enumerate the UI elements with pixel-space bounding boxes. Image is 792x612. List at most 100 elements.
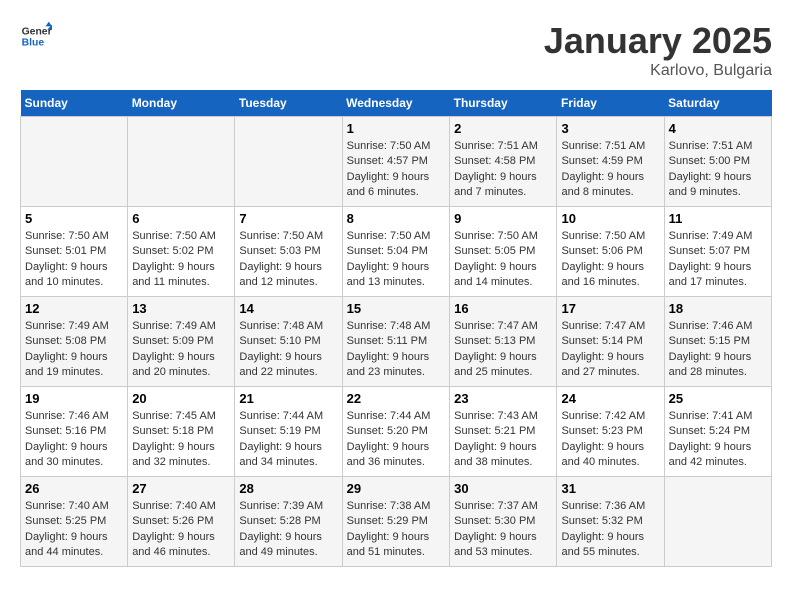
day-info: Sunrise: 7:45 AM Sunset: 5:18 PM Dayligh… — [132, 409, 230, 471]
calendar-cell — [235, 117, 342, 207]
day-number: 14 — [239, 301, 337, 316]
day-number: 25 — [669, 391, 767, 406]
calendar-cell: 31Sunrise: 7:36 AM Sunset: 5:32 PM Dayli… — [557, 477, 664, 567]
day-header-sunday: Sunday — [21, 90, 128, 117]
week-row-5: 26 Sunrise: 7:40 AM Sunset: 5:25 PM Dayli… — [21, 477, 772, 567]
calendar-cell: 23Sunrise: 7:43 AM Sunset: 5:21 PM Dayli… — [450, 387, 557, 477]
location-title: Karlovo, Bulgaria — [544, 62, 772, 80]
day-info: Sunrise: 7:40 AM Sunset: 5:26 PM Dayligh… — [132, 499, 230, 561]
day-info: Sunrise: 7:50 AM Sunset: 5:06 PM Dayligh… — [561, 229, 659, 291]
day-info: Sunrise: 7:48 AM Sunset: 5:10 PM Dayligh… — [239, 319, 337, 381]
day-info: Sunrise: 7:39 AM Sunset: 5:28 PM Dayligh… — [239, 499, 337, 561]
day-info: Sunrise: 7:44 AM Sunset: 5:19 PM Dayligh… — [239, 409, 337, 471]
calendar-cell: 6 Sunrise: 7:50 AM Sunset: 5:02 PM Daylig… — [128, 207, 235, 297]
calendar-cell: 5 Sunrise: 7:50 AM Sunset: 5:01 PM Daylig… — [21, 207, 128, 297]
logo: General Blue — [20, 20, 52, 52]
calendar-cell: 20 Sunrise: 7:45 AM Sunset: 5:18 PM Dayli… — [128, 387, 235, 477]
day-info: Sunrise: 7:44 AM Sunset: 5:20 PM Dayligh… — [347, 409, 446, 471]
day-info: Sunrise: 7:50 AM Sunset: 5:01 PM Dayligh… — [25, 229, 123, 291]
calendar-cell: 30Sunrise: 7:37 AM Sunset: 5:30 PM Dayli… — [450, 477, 557, 567]
day-number: 23 — [454, 391, 552, 406]
day-number: 20 — [132, 391, 230, 406]
day-number: 21 — [239, 391, 337, 406]
day-number: 30 — [454, 481, 552, 496]
day-info: Sunrise: 7:42 AM Sunset: 5:23 PM Dayligh… — [561, 409, 659, 471]
day-info: Sunrise: 7:51 AM Sunset: 5:00 PM Dayligh… — [669, 139, 767, 201]
calendar-cell: 16 Sunrise: 7:47 AM Sunset: 5:13 PM Dayli… — [450, 297, 557, 387]
day-info: Sunrise: 7:40 AM Sunset: 5:25 PM Dayligh… — [25, 499, 123, 561]
day-info: Sunrise: 7:51 AM Sunset: 4:58 PM Dayligh… — [454, 139, 552, 201]
week-row-1: 1 Sunrise: 7:50 AM Sunset: 4:57 PM Daylig… — [21, 117, 772, 207]
week-row-3: 12Sunrise: 7:49 AM Sunset: 5:08 PM Dayli… — [21, 297, 772, 387]
calendar-cell — [664, 477, 771, 567]
day-number: 3 — [561, 121, 659, 136]
calendar-cell: 2 Sunrise: 7:51 AM Sunset: 4:58 PM Daylig… — [450, 117, 557, 207]
day-info: Sunrise: 7:50 AM Sunset: 5:05 PM Dayligh… — [454, 229, 552, 291]
calendar-cell: 19 Sunrise: 7:46 AM Sunset: 5:16 PM Dayli… — [21, 387, 128, 477]
calendar-cell: 27 Sunrise: 7:40 AM Sunset: 5:26 PM Dayli… — [128, 477, 235, 567]
day-info: Sunrise: 7:47 AM Sunset: 5:14 PM Dayligh… — [561, 319, 659, 381]
calendar-cell: 3 Sunrise: 7:51 AM Sunset: 4:59 PM Daylig… — [557, 117, 664, 207]
day-number: 6 — [132, 211, 230, 226]
calendar-cell: 22Sunrise: 7:44 AM Sunset: 5:20 PM Dayli… — [342, 387, 450, 477]
day-number: 1 — [347, 121, 446, 136]
day-info: Sunrise: 7:51 AM Sunset: 4:59 PM Dayligh… — [561, 139, 659, 201]
day-number: 18 — [669, 301, 767, 316]
day-info: Sunrise: 7:50 AM Sunset: 4:57 PM Dayligh… — [347, 139, 446, 201]
calendar-cell: 11Sunrise: 7:49 AM Sunset: 5:07 PM Dayli… — [664, 207, 771, 297]
calendar-cell: 7Sunrise: 7:50 AM Sunset: 5:03 PM Daylig… — [235, 207, 342, 297]
day-number: 15 — [347, 301, 446, 316]
header: General Blue January 2025 Karlovo, Bulga… — [20, 20, 772, 80]
day-number: 31 — [561, 481, 659, 496]
day-number: 8 — [347, 211, 446, 226]
day-number: 10 — [561, 211, 659, 226]
calendar-cell — [21, 117, 128, 207]
week-row-4: 19 Sunrise: 7:46 AM Sunset: 5:16 PM Dayli… — [21, 387, 772, 477]
day-info: Sunrise: 7:47 AM Sunset: 5:13 PM Dayligh… — [454, 319, 552, 381]
calendar-cell: 28 Sunrise: 7:39 AM Sunset: 5:28 PM Dayli… — [235, 477, 342, 567]
logo-icon: General Blue — [20, 20, 52, 52]
day-number: 17 — [561, 301, 659, 316]
calendar-cell: 21 Sunrise: 7:44 AM Sunset: 5:19 PM Dayli… — [235, 387, 342, 477]
day-info: Sunrise: 7:50 AM Sunset: 5:02 PM Dayligh… — [132, 229, 230, 291]
calendar-cell: 29 Sunrise: 7:38 AM Sunset: 5:29 PM Dayli… — [342, 477, 450, 567]
calendar-cell: 26 Sunrise: 7:40 AM Sunset: 5:25 PM Dayli… — [21, 477, 128, 567]
calendar-cell: 15 Sunrise: 7:48 AM Sunset: 5:11 PM Dayli… — [342, 297, 450, 387]
day-number: 4 — [669, 121, 767, 136]
calendar-table: SundayMondayTuesdayWednesdayThursdayFrid… — [20, 90, 772, 567]
day-info: Sunrise: 7:49 AM Sunset: 5:08 PM Dayligh… — [25, 319, 123, 381]
month-title: January 2025 — [544, 20, 772, 62]
day-header-thursday: Thursday — [450, 90, 557, 117]
day-number: 16 — [454, 301, 552, 316]
calendar-cell: 14 Sunrise: 7:48 AM Sunset: 5:10 PM Dayli… — [235, 297, 342, 387]
day-info: Sunrise: 7:49 AM Sunset: 5:09 PM Dayligh… — [132, 319, 230, 381]
day-info: Sunrise: 7:49 AM Sunset: 5:07 PM Dayligh… — [669, 229, 767, 291]
day-info: Sunrise: 7:48 AM Sunset: 5:11 PM Dayligh… — [347, 319, 446, 381]
day-number: 5 — [25, 211, 123, 226]
calendar-cell: 4 Sunrise: 7:51 AM Sunset: 5:00 PM Daylig… — [664, 117, 771, 207]
day-info: Sunrise: 7:38 AM Sunset: 5:29 PM Dayligh… — [347, 499, 446, 561]
day-number: 2 — [454, 121, 552, 136]
svg-text:General: General — [22, 26, 52, 37]
day-number: 28 — [239, 481, 337, 496]
calendar-cell: 10 Sunrise: 7:50 AM Sunset: 5:06 PM Dayli… — [557, 207, 664, 297]
day-number: 27 — [132, 481, 230, 496]
day-info: Sunrise: 7:41 AM Sunset: 5:24 PM Dayligh… — [669, 409, 767, 471]
week-row-2: 5 Sunrise: 7:50 AM Sunset: 5:01 PM Daylig… — [21, 207, 772, 297]
day-header-wednesday: Wednesday — [342, 90, 450, 117]
day-number: 19 — [25, 391, 123, 406]
day-number: 24 — [561, 391, 659, 406]
day-info: Sunrise: 7:46 AM Sunset: 5:16 PM Dayligh… — [25, 409, 123, 471]
day-header-tuesday: Tuesday — [235, 90, 342, 117]
day-number: 9 — [454, 211, 552, 226]
day-number: 29 — [347, 481, 446, 496]
calendar-cell: 9 Sunrise: 7:50 AM Sunset: 5:05 PM Daylig… — [450, 207, 557, 297]
calendar-cell: 1 Sunrise: 7:50 AM Sunset: 4:57 PM Daylig… — [342, 117, 450, 207]
day-header-friday: Friday — [557, 90, 664, 117]
calendar-cell: 18Sunrise: 7:46 AM Sunset: 5:15 PM Dayli… — [664, 297, 771, 387]
calendar-cell: 17 Sunrise: 7:47 AM Sunset: 5:14 PM Dayli… — [557, 297, 664, 387]
day-header-saturday: Saturday — [664, 90, 771, 117]
svg-text:Blue: Blue — [22, 38, 45, 49]
day-info: Sunrise: 7:50 AM Sunset: 5:03 PM Dayligh… — [239, 229, 337, 291]
day-number: 26 — [25, 481, 123, 496]
